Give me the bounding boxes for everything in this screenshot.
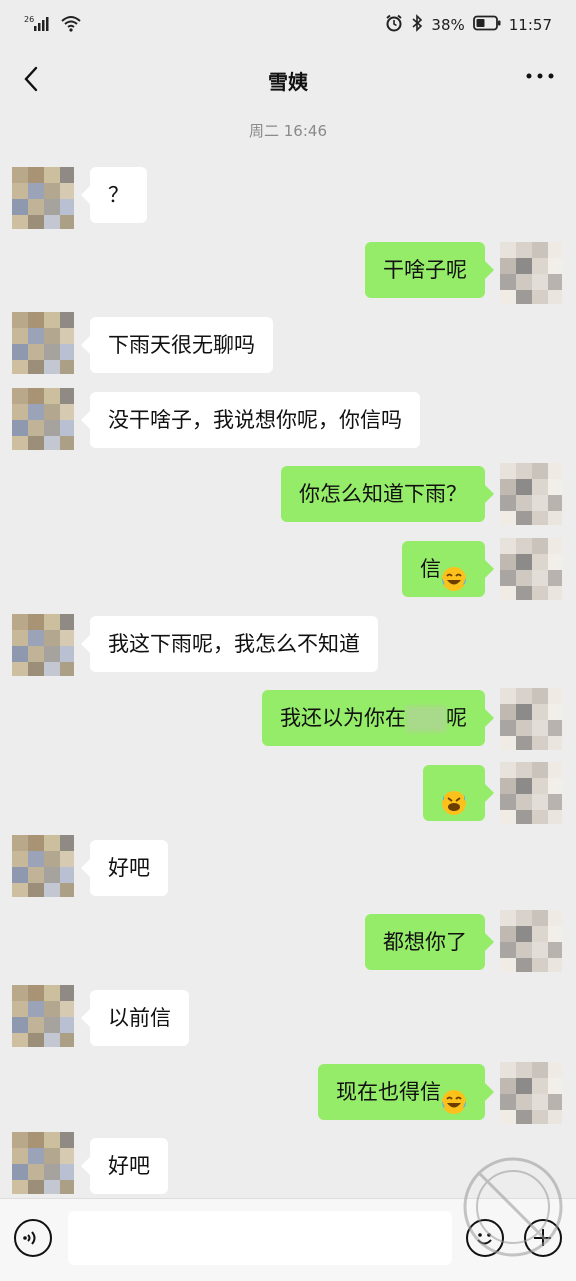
message-bubble-outgoing[interactable]: 干啥子呢 <box>365 242 494 298</box>
message-bubble-incoming[interactable]: 以前信 <box>81 990 189 1046</box>
battery-icon <box>472 15 501 35</box>
message-bubble-outgoing[interactable]: 都想你了 <box>365 914 494 970</box>
tears-of-joy-emoji-icon <box>441 557 467 591</box>
contact-avatar[interactable] <box>12 388 74 450</box>
voice-icon[interactable] <box>14 1219 52 1257</box>
watermark-stamp-icon <box>458 1152 568 1262</box>
tears-of-joy-emoji-icon <box>441 1080 467 1114</box>
battery-percent: 38% <box>431 16 465 34</box>
my-avatar[interactable] <box>500 538 562 600</box>
chat-header: 雪姨 <box>0 52 576 110</box>
signal-icon: 26 <box>24 14 54 36</box>
contact-avatar[interactable] <box>12 312 74 374</box>
message-bubble-outgoing[interactable] <box>423 765 494 821</box>
message-bubble-outgoing[interactable]: 我还以为你在呢 <box>262 690 494 746</box>
my-avatar[interactable] <box>500 688 562 750</box>
message-bubble-incoming[interactable]: 下雨天很无聊吗 <box>81 317 273 373</box>
contact-avatar[interactable] <box>12 167 74 229</box>
message-bubble-incoming[interactable]: ？ <box>81 167 147 223</box>
message-bubble-outgoing[interactable]: 你怎么知道下雨？ <box>281 466 494 522</box>
contact-avatar[interactable] <box>12 614 74 676</box>
svg-text:26: 26 <box>24 15 34 24</box>
redacted-text <box>406 706 446 732</box>
message-bubble-outgoing[interactable]: 现在也得信 <box>318 1064 494 1120</box>
message-timestamp: 周二 16:46 <box>249 122 327 140</box>
my-avatar[interactable] <box>500 762 562 824</box>
more-icon[interactable] <box>524 60 556 98</box>
my-avatar[interactable] <box>500 242 562 304</box>
my-avatar[interactable] <box>500 1062 562 1124</box>
contact-avatar[interactable] <box>12 1132 74 1194</box>
rolling-laugh-emoji-icon <box>441 781 467 815</box>
alarm-icon <box>385 14 403 36</box>
message-bubble-outgoing[interactable]: 信 <box>402 541 494 597</box>
my-avatar[interactable] <box>500 463 562 525</box>
message-input[interactable] <box>68 1211 452 1265</box>
message-bubble-incoming[interactable]: 好吧 <box>81 840 168 896</box>
message-bubble-incoming[interactable]: 好吧 <box>81 1138 168 1194</box>
bluetooth-icon <box>411 14 423 36</box>
contact-avatar[interactable] <box>12 835 74 897</box>
message-bubble-incoming[interactable]: 我这下雨呢，我怎么不知道 <box>81 616 378 672</box>
status-bar: 26 38% 11:57 <box>0 0 576 52</box>
my-avatar[interactable] <box>500 910 562 972</box>
contact-avatar[interactable] <box>12 985 74 1047</box>
message-bubble-incoming[interactable]: 没干啥子，我说想你呢，你信吗 <box>81 392 420 448</box>
chat-title: 雪姨 <box>268 70 308 94</box>
clock: 11:57 <box>508 16 552 34</box>
wifi-icon <box>60 14 82 36</box>
